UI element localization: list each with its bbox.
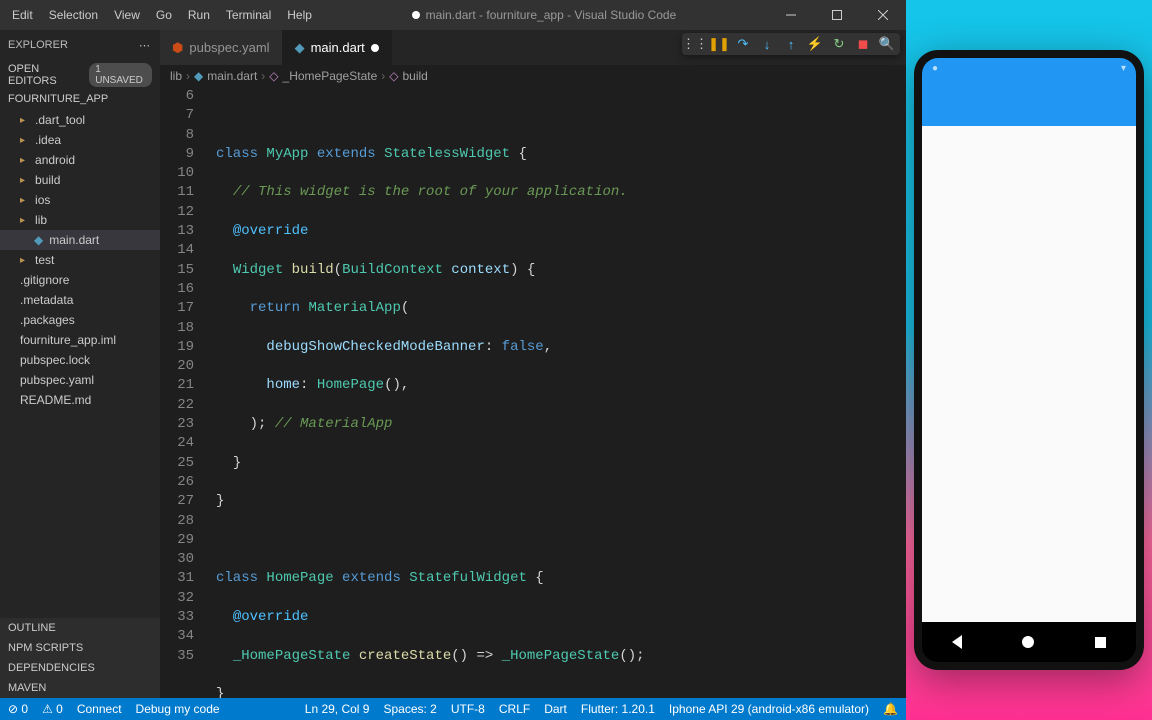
menu-terminal[interactable]: Terminal	[218, 4, 279, 26]
menu-help[interactable]: Help	[279, 4, 320, 26]
status-connect[interactable]: Connect	[77, 702, 122, 716]
debug-toolbar[interactable]: ⋮⋮ ❚❚ ↷ ↓ ↑ ⚡ ↻ ◼ 🔍	[682, 33, 900, 55]
phone-appbar	[922, 78, 1136, 126]
menu-selection[interactable]: Selection	[41, 4, 106, 26]
dependencies-section[interactable]: DEPENDENCIES	[0, 658, 160, 678]
class-icon: ◇	[269, 69, 278, 83]
menu-go[interactable]: Go	[148, 4, 180, 26]
tab-main-dart[interactable]: ◆ main.dart	[283, 30, 392, 65]
dart-file-icon: ◆	[194, 69, 203, 83]
statusbar: ⊘ 0 ⚠ 0 Connect Debug my code Ln 29, Col…	[0, 698, 906, 720]
nav-back-icon[interactable]	[952, 635, 962, 649]
editor-tabs: ⬢ pubspec.yaml ◆ main.dart ⋮⋮ ❚❚ ↷ ↓ ↑ ⚡…	[160, 30, 906, 65]
file-readme[interactable]: README.md	[0, 390, 160, 410]
inspect-icon[interactable]: 🔍	[880, 37, 894, 51]
file-main-dart[interactable]: ◆ main.dart	[0, 230, 160, 250]
folder-lib[interactable]: lib	[0, 210, 160, 230]
status-lang[interactable]: Dart	[544, 702, 567, 716]
phone-navbar	[922, 622, 1136, 662]
nav-home-icon[interactable]	[1022, 636, 1034, 648]
menubar: Edit Selection View Go Run Terminal Help	[0, 4, 320, 26]
status-encoding[interactable]: UTF-8	[451, 702, 485, 716]
project-section[interactable]: FOURNITURE_APP	[0, 90, 160, 108]
status-warnings[interactable]: ⚠ 0	[42, 702, 63, 716]
phone-status-right-icon: ▾	[1121, 63, 1126, 74]
step-into-icon[interactable]: ↓	[760, 37, 774, 51]
explorer-header: EXPLORER ⋯	[0, 30, 160, 60]
breadcrumb[interactable]: lib› ◆main.dart› ◇_HomePageState› ◇build	[160, 65, 906, 87]
open-editors-section[interactable]: OPEN EDITORS 1 UNSAVED	[0, 60, 160, 90]
status-spaces[interactable]: Spaces: 2	[383, 702, 436, 716]
titlebar: Edit Selection View Go Run Terminal Help…	[0, 0, 906, 30]
status-device[interactable]: Iphone API 29 (android-x86 emulator)	[669, 702, 869, 716]
step-out-icon[interactable]: ↑	[784, 37, 798, 51]
file-pubspec-lock[interactable]: pubspec.lock	[0, 350, 160, 370]
file-pubspec-yaml[interactable]: pubspec.yaml	[0, 370, 160, 390]
status-errors[interactable]: ⊘ 0	[8, 702, 28, 716]
explorer-sidebar: EXPLORER ⋯ OPEN EDITORS 1 UNSAVED FOURNI…	[0, 30, 160, 698]
line-gutter: 6789101112131415161718192021222324252627…	[160, 87, 208, 698]
maximize-button[interactable]	[814, 0, 860, 30]
more-icon[interactable]: ⋯	[139, 39, 152, 52]
editor-area: ⬢ pubspec.yaml ◆ main.dart ⋮⋮ ❚❚ ↷ ↓ ↑ ⚡…	[160, 30, 906, 698]
phone-body	[922, 126, 1136, 622]
code-content[interactable]: class MyApp extends StatelessWidget { //…	[208, 87, 906, 698]
method-icon: ◇	[389, 69, 398, 83]
dirty-indicator-icon	[371, 44, 379, 52]
phone-statusbar: ● ▾	[922, 58, 1136, 78]
phone-status-left-icon: ●	[932, 63, 938, 74]
status-cursor[interactable]: Ln 29, Col 9	[305, 702, 370, 716]
folder-dart-tool[interactable]: .dart_tool	[0, 110, 160, 130]
npm-scripts-section[interactable]: NPM SCRIPTS	[0, 638, 160, 658]
tab-pubspec[interactable]: ⬢ pubspec.yaml	[160, 30, 283, 65]
maven-section[interactable]: MAVEN	[0, 678, 160, 698]
dart-file-icon: ◆	[295, 40, 305, 56]
nav-recent-icon[interactable]	[1095, 637, 1106, 648]
minimize-button[interactable]	[768, 0, 814, 30]
restart-icon[interactable]: ↻	[832, 37, 846, 51]
menu-view[interactable]: View	[106, 4, 148, 26]
step-over-icon[interactable]: ↷	[736, 37, 750, 51]
emulator-pane: ● ▾	[906, 0, 1152, 720]
notification-bell-icon[interactable]: 🔔	[883, 702, 898, 716]
phone-frame: ● ▾	[914, 50, 1144, 670]
folder-ios[interactable]: ios	[0, 190, 160, 210]
code-editor[interactable]: 6789101112131415161718192021222324252627…	[160, 87, 906, 698]
stop-icon[interactable]: ◼	[856, 37, 870, 51]
unsaved-dot-icon	[412, 11, 420, 19]
drag-handle-icon[interactable]: ⋮⋮	[688, 37, 702, 51]
status-debug[interactable]: Debug my code	[136, 702, 220, 716]
file-gitignore[interactable]: .gitignore	[0, 270, 160, 290]
folder-test[interactable]: test	[0, 250, 160, 270]
yaml-file-icon: ⬢	[172, 40, 183, 56]
pause-icon[interactable]: ❚❚	[712, 37, 726, 51]
file-packages[interactable]: .packages	[0, 310, 160, 330]
folder-android[interactable]: android	[0, 150, 160, 170]
file-tree: .dart_tool .idea android build ios lib ◆…	[0, 108, 160, 412]
folder-idea[interactable]: .idea	[0, 130, 160, 150]
close-button[interactable]	[860, 0, 906, 30]
status-flutter[interactable]: Flutter: 1.20.1	[581, 702, 655, 716]
dart-file-icon: ◆	[34, 233, 43, 247]
file-iml[interactable]: fourniture_app.iml	[0, 330, 160, 350]
window-title: main.dart - fourniture_app - Visual Stud…	[320, 8, 768, 22]
hot-reload-icon[interactable]: ⚡	[808, 37, 822, 51]
unsaved-badge: 1 UNSAVED	[89, 63, 152, 87]
folder-build[interactable]: build	[0, 170, 160, 190]
outline-section[interactable]: OUTLINE	[0, 618, 160, 638]
status-eol[interactable]: CRLF	[499, 702, 530, 716]
menu-edit[interactable]: Edit	[4, 4, 41, 26]
file-metadata[interactable]: .metadata	[0, 290, 160, 310]
menu-run[interactable]: Run	[180, 4, 218, 26]
